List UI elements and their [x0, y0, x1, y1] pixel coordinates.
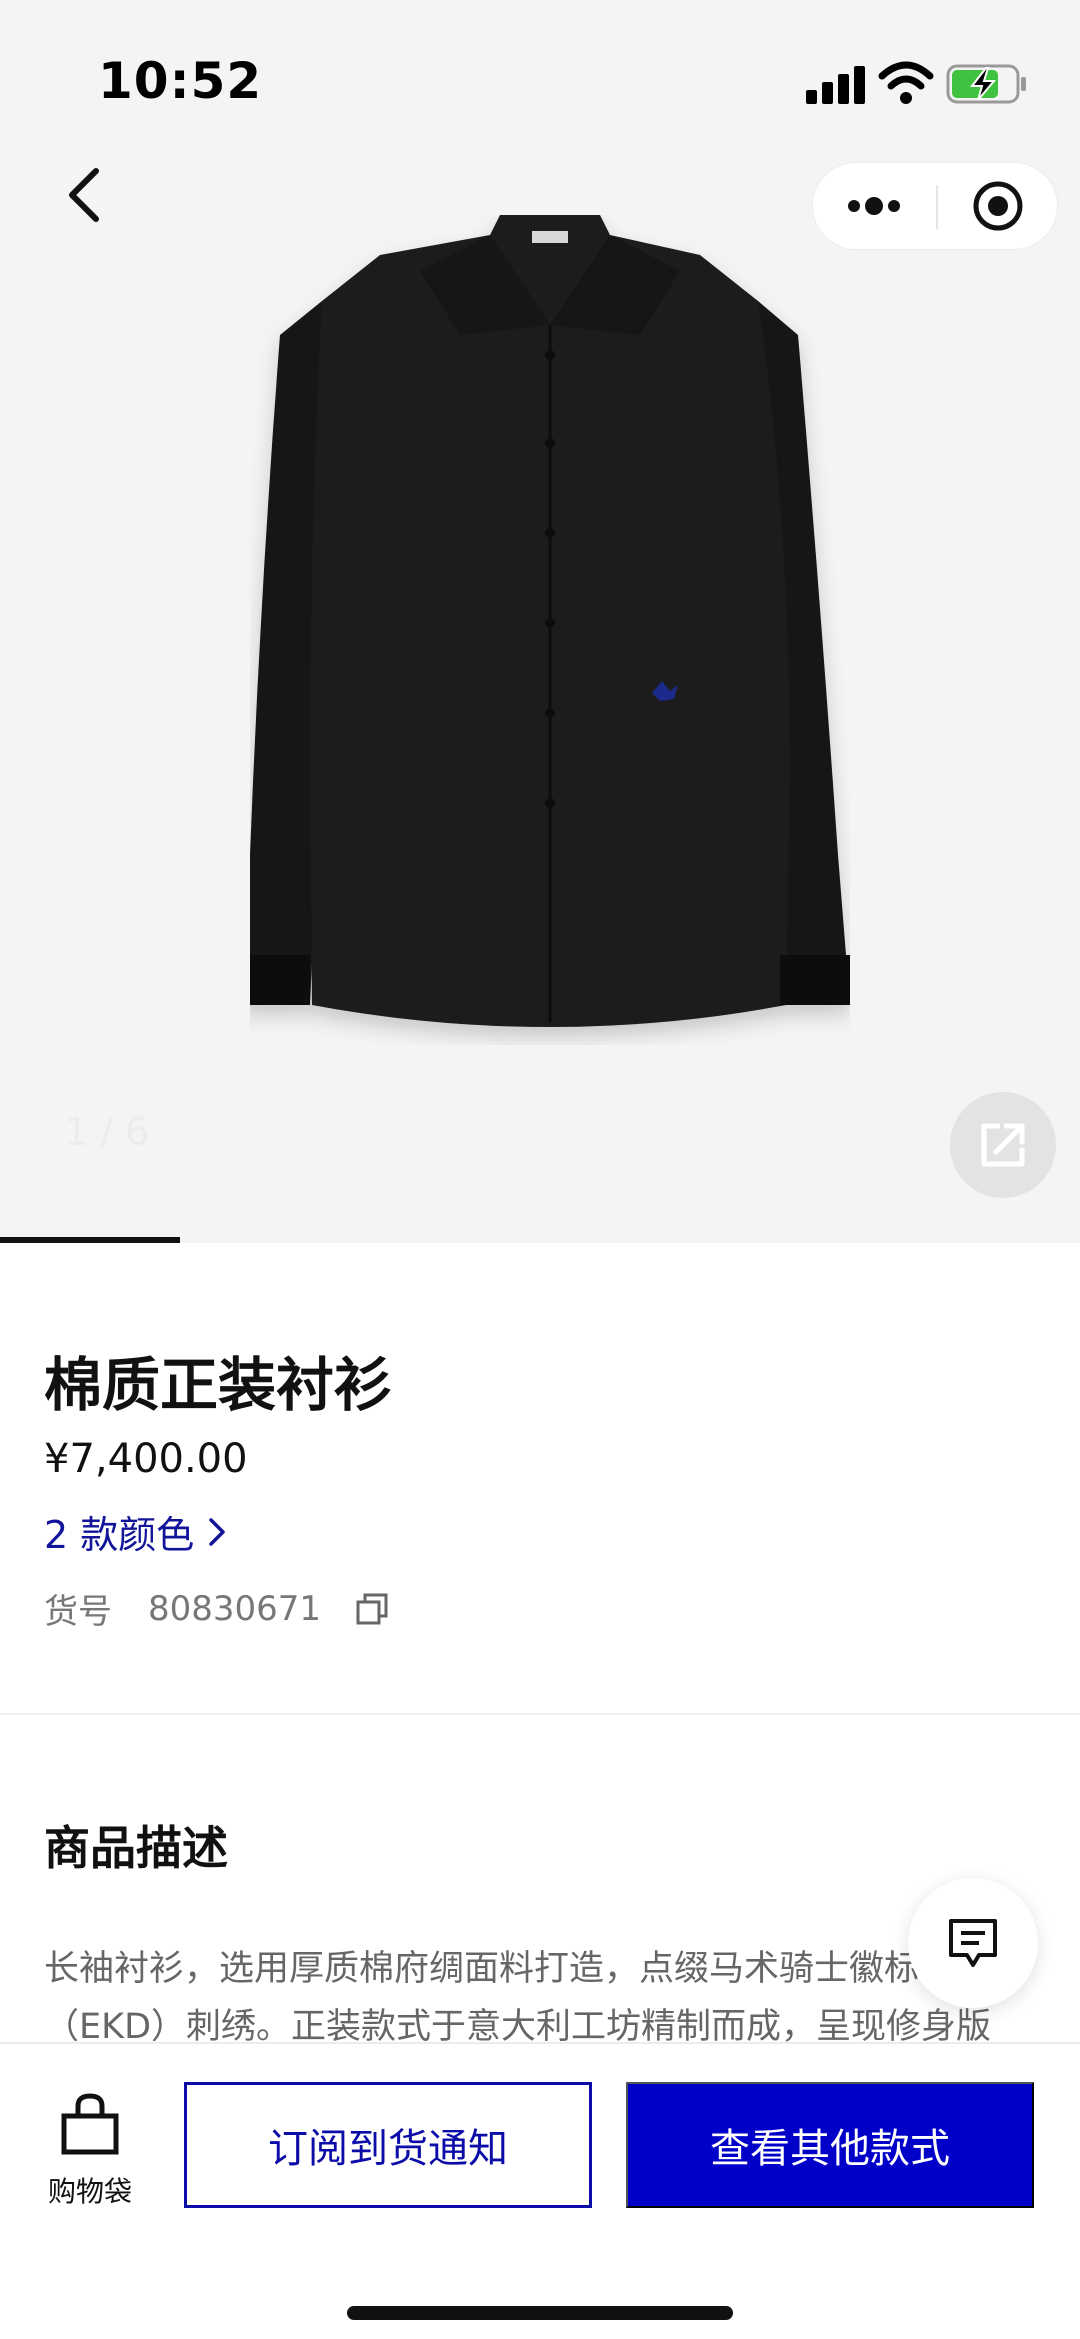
shopping-bag-label: 购物袋 [47, 2175, 132, 2208]
product-price: ¥7,400.00 [44, 1436, 248, 1482]
back-button[interactable] [54, 160, 114, 230]
status-time: 10:52 [98, 52, 263, 110]
status-bar: 10:52 [0, 0, 1080, 170]
sku-value: 80830671 [148, 1588, 322, 1629]
gallery-progress-track [0, 1237, 1080, 1243]
shopping-bag-button[interactable]: 购物袋 [36, 2084, 144, 2224]
close-target-icon [973, 181, 1023, 231]
colors-link[interactable]: 2 款颜色 [44, 1504, 226, 1559]
product-image-gallery[interactable]: 10:52 1 / 6 [0, 0, 1080, 1243]
colors-link-label: 2 款颜色 [44, 1513, 195, 1557]
share-icon [981, 1123, 1025, 1167]
battery-charging-icon [946, 64, 1026, 104]
chat-icon [949, 1919, 997, 1967]
sku-label: 货号 [44, 1592, 112, 1632]
home-indicator [347, 2306, 733, 2320]
product-image-black-shirt [250, 215, 850, 1027]
sku-row: 货号 80830671 [44, 1584, 389, 1633]
bottom-action-bar: 购物袋 订阅到货通知 查看其他款式 [0, 2042, 1080, 2339]
description-text: 长袖衬衫，选用厚质棉府绸面料打造，点缀马术骑士徽标（EKD）刺绣。正装款式于意大… [44, 1949, 992, 2047]
close-button[interactable] [938, 163, 1058, 249]
wifi-icon [878, 61, 934, 104]
product-title: 棉质正装衬衫 [44, 1351, 393, 1419]
section-divider [0, 1713, 1080, 1715]
cellular-signal-icon [806, 64, 866, 104]
description-heading: 商品描述 [44, 1821, 228, 1875]
copy-icon[interactable] [355, 1592, 389, 1626]
subscribe-restock-button[interactable]: 订阅到货通知 [184, 2082, 592, 2208]
chevron-right-icon [209, 1517, 226, 1546]
view-other-styles-button[interactable]: 查看其他款式 [626, 2082, 1034, 2208]
customer-service-chat-button[interactable] [908, 1878, 1038, 2008]
share-button[interactable] [950, 1092, 1056, 1198]
image-counter: 1 / 6 [64, 1110, 150, 1154]
back-icon [69, 168, 99, 222]
shopping-bag-icon [61, 2093, 119, 2155]
more-dots-icon [848, 197, 900, 215]
gallery-progress-fill [0, 1237, 181, 1243]
